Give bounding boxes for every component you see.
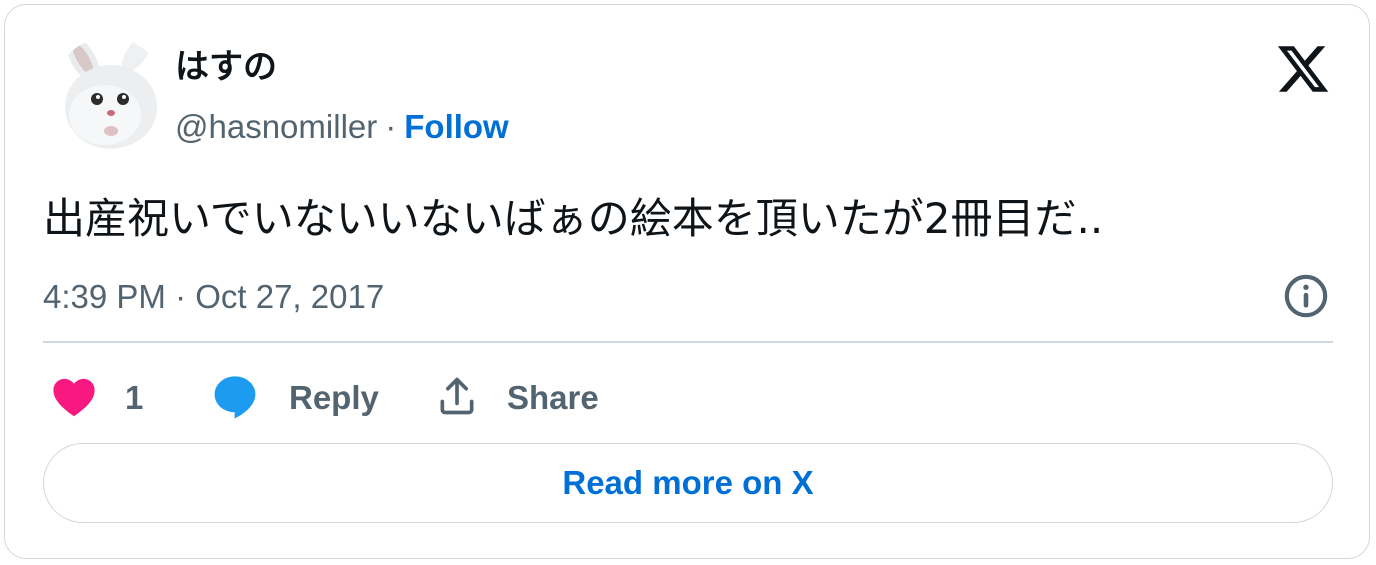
read-more-label: Read more on X (562, 464, 814, 501)
like-button[interactable]: 1 (51, 373, 143, 423)
share-button[interactable]: Share (435, 373, 599, 423)
reply-button[interactable]: Reply (211, 373, 379, 423)
share-label: Share (507, 379, 599, 416)
handle-row: @hasnomiller · Follow (175, 105, 509, 149)
tweet-timestamp[interactable]: 4:39 PM · Oct 27, 2017 (43, 275, 384, 319)
like-count: 1 (125, 379, 144, 416)
avatar[interactable] (53, 37, 165, 149)
user-handle[interactable]: @hasnomiller (175, 108, 377, 145)
separator-dot: · (385, 108, 397, 145)
reply-label: Reply (289, 379, 379, 416)
tweet-text: 出産祝いでいないいないばぁの絵本を頂いたが2冊目だ.. (43, 194, 1104, 243)
divider (43, 341, 1333, 343)
display-name[interactable]: はすの (175, 45, 277, 89)
rabbit-avatar-image (53, 37, 165, 149)
speech-bubble-icon (211, 372, 259, 425)
heart-icon (51, 375, 97, 422)
read-more-button[interactable]: Read more on X (43, 443, 1333, 523)
share-upload-icon (435, 374, 479, 423)
tweet-card: はすの @hasnomiller · Follow 出産祝いでいないいないばぁの絵本… (4, 4, 1370, 559)
info-icon[interactable] (1281, 271, 1331, 321)
x-logo-icon[interactable] (1275, 41, 1331, 97)
follow-button[interactable]: Follow (404, 108, 508, 145)
